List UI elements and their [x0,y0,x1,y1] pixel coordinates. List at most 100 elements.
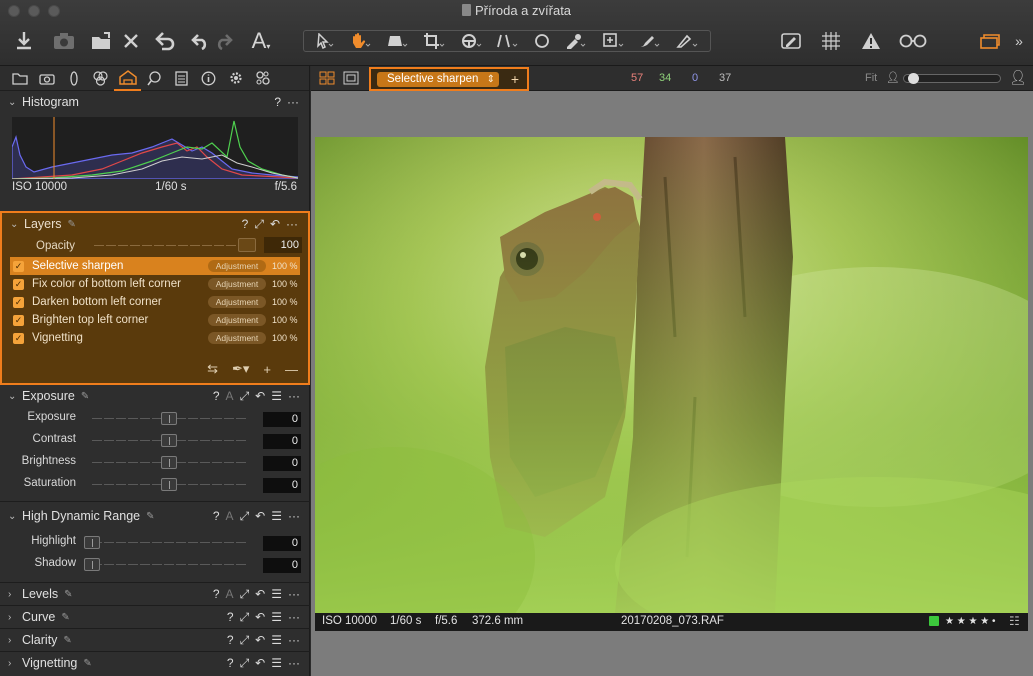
delete-button[interactable] [121,26,141,56]
tab-info[interactable] [195,66,222,91]
reset-icon[interactable]: ↶ [255,633,265,647]
reset-icon[interactable]: ↶ [255,656,265,670]
tab-exposure[interactable] [114,66,141,91]
select-tool[interactable] [312,26,338,56]
info-list-icon[interactable]: ☷ [1009,614,1020,628]
layer-dropdown[interactable]: Selective sharpen [377,72,499,87]
annotation-tool[interactable] [600,26,626,56]
move-to-folder-button[interactable] [89,26,115,56]
histogram-header[interactable]: ⌄ Histogram ? ··· [0,91,309,113]
exposure-warning-button[interactable] [858,26,884,56]
opacity-value-field[interactable]: 100 [264,237,302,253]
collapsed-section-header[interactable]: › Levels ✎? A ⤢ ↶ ☰ ··· [0,583,310,605]
erase-mask-tool[interactable] [674,26,700,56]
slider-track[interactable] [92,564,248,565]
tab-lens[interactable] [60,66,87,91]
crop-tool[interactable] [421,26,447,56]
presets-icon[interactable]: ☰ [271,656,282,670]
opacity-slider-track[interactable] [94,245,254,246]
layer-row[interactable]: ✓ Vignetting Adjustment 100 % [10,329,300,347]
auto-icon[interactable]: A [226,509,234,523]
zoom-slider-knob[interactable] [908,73,919,84]
more-icon[interactable]: ··· [288,610,300,624]
copy-apply-icon[interactable]: ⤢ [240,587,250,602]
layer-checkbox[interactable]: ✓ [13,314,24,326]
tab-library[interactable] [6,66,33,91]
tab-details[interactable] [141,66,168,91]
presets-icon[interactable]: ☰ [271,633,282,647]
edit-mask-button[interactable] [778,26,804,56]
layer-checkbox[interactable]: ✓ [13,278,24,290]
more-icon[interactable]: ··· [288,389,300,403]
auto-icon[interactable]: A [226,389,234,403]
opacity-slider-knob[interactable] [238,238,256,252]
help-icon[interactable]: ? [227,656,234,670]
reset-button[interactable] [153,26,177,56]
rotate-tool[interactable] [458,26,484,56]
reset-icon[interactable]: ↶ [255,509,265,523]
copy-apply-icon[interactable]: ⤢ [240,610,250,625]
slider-knob[interactable] [161,478,177,491]
help-icon[interactable]: ? [227,610,234,624]
capture-button[interactable] [52,26,76,56]
copy-apply-icon[interactable]: ⤢ [240,633,250,648]
slider-value-field[interactable]: 0 [263,536,301,551]
layer-checkbox[interactable]: ✓ [13,260,24,272]
reset-icon[interactable]: ↶ [255,389,265,403]
reset-icon[interactable]: ↶ [255,610,265,624]
layer-row[interactable]: ✓ Fix color of bottom left corner Adjustme… [10,275,300,293]
slider-value-field[interactable]: 0 [263,478,301,493]
color-tag[interactable] [929,616,939,626]
help-icon[interactable]: ? [213,389,220,403]
single-view-button[interactable] [343,71,359,88]
more-icon[interactable]: ··· [288,656,300,670]
color-picker-tool[interactable] [562,26,588,56]
copy-apply-icon[interactable]: ⤢ [240,509,250,524]
layer-settings-icon[interactable]: ⇆ [207,361,218,377]
spot-removal-tool[interactable] [531,26,553,56]
redo-button[interactable] [214,26,236,56]
help-icon[interactable]: ? [213,587,220,601]
layer-row[interactable]: ✓ Brighten top left corner Adjustment 100 % [10,311,300,329]
layer-row[interactable]: ✓ Darken bottom left corner Adjustment 100 … [10,293,300,311]
slider-knob[interactable] [161,434,177,447]
photo-canvas[interactable] [315,137,1028,613]
reset-icon[interactable]: ↶ [255,587,265,601]
tab-color[interactable] [87,66,114,91]
collapsed-section-header[interactable]: › Curve ✎? ⤢ ↶ ☰ ··· [0,606,310,628]
pan-tool[interactable] [347,26,373,56]
toolbar-overflow-button[interactable]: » [1010,26,1028,56]
copy-apply-icon[interactable]: ⤢ [240,389,250,404]
slider-value-field[interactable]: 0 [263,456,301,471]
import-button[interactable] [12,26,36,56]
undo-button[interactable] [188,26,210,56]
more-icon[interactable]: ··· [288,587,300,601]
grid-view-button[interactable] [319,71,335,88]
presets-icon[interactable]: ☰ [271,509,282,523]
more-icon[interactable]: ··· [288,509,300,523]
hdr-header[interactable]: ⌄ High Dynamic Range ✎ ? A ⤢ ↶ ☰ ··· [0,505,310,527]
help-icon[interactable]: ? [242,217,249,231]
brush-dropdown-icon[interactable]: ✒▾ [232,361,249,377]
slider-track[interactable] [92,542,248,543]
more-icon[interactable]: ··· [286,217,298,231]
layer-checkbox[interactable]: ✓ [13,296,24,308]
slider-knob[interactable] [84,536,100,549]
proof-button[interactable] [896,26,930,56]
slider-value-field[interactable]: 0 [263,412,301,427]
add-layer-icon[interactable]: + [263,362,271,377]
copy-apply-icon[interactable]: ⤢ [240,656,250,671]
text-tool-button[interactable]: A ▾ [248,26,274,56]
zoom-slider[interactable] [903,73,1001,84]
tab-metadata[interactable] [168,66,195,91]
slider-knob[interactable] [84,558,100,571]
collapsed-section-header[interactable]: › Clarity ✎? ⤢ ↶ ☰ ··· [0,629,310,651]
tab-batch[interactable] [249,66,276,91]
exposure-header[interactable]: ⌄ Exposure ✎ ? A ⤢ ↶ ☰ ··· [0,385,310,407]
workspace-button[interactable] [978,26,1004,56]
more-icon[interactable]: ··· [288,633,300,647]
layers-header[interactable]: ⌄ Layers ✎ ? ⤢ ↶ ··· [2,213,308,235]
copy-apply-icon[interactable]: ⤢ [254,217,264,232]
auto-icon[interactable]: A [226,587,234,601]
slider-value-field[interactable]: 0 [263,558,301,573]
